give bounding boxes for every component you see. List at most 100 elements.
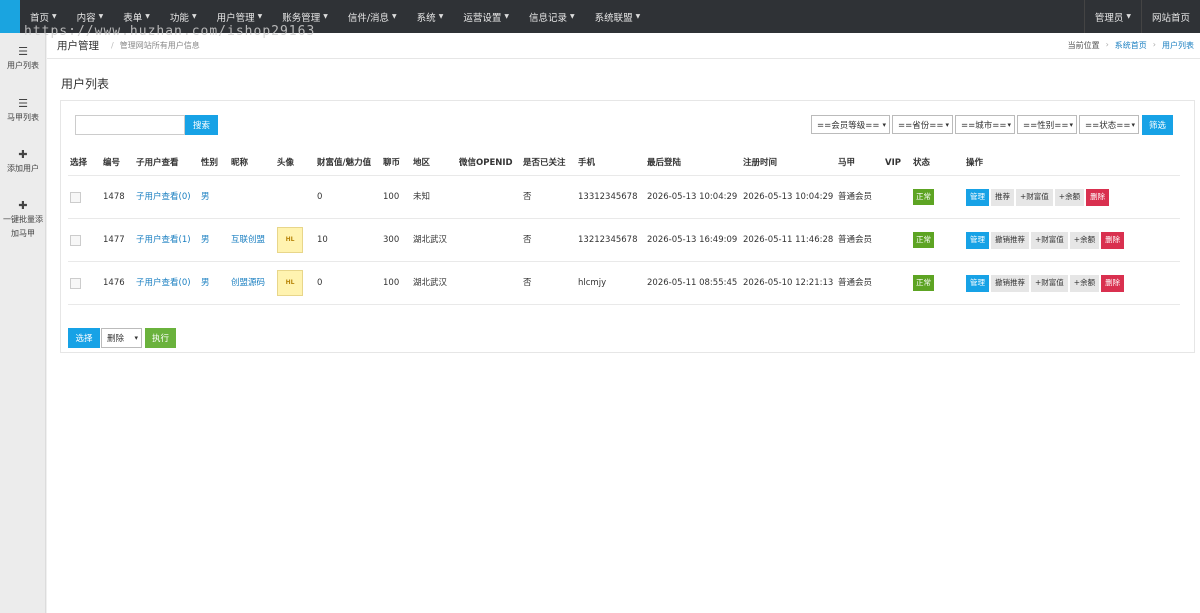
gender-link[interactable]: 男: [199, 175, 229, 219]
gender-link[interactable]: 男: [199, 218, 229, 262]
select-all-button[interactable]: 选择: [68, 328, 100, 348]
phone-value: 13312345678: [576, 175, 645, 219]
add-balance-button[interactable]: +余额: [1069, 274, 1100, 292]
reg-time-value: 2026-05-13 10:04:29: [741, 175, 836, 219]
reg-time-value: 2026-05-11 11:46:28: [741, 218, 836, 262]
nav-item-operations[interactable]: 运营设置 ▼: [453, 0, 519, 33]
brand-logo[interactable]: [0, 0, 20, 33]
gender-link[interactable]: 男: [199, 261, 229, 305]
nav-item-records[interactable]: 信息记录 ▼: [519, 0, 585, 33]
unrecommend-button[interactable]: 撤销推荐: [991, 231, 1029, 249]
avatar[interactable]: HL: [277, 227, 303, 253]
site-home-label: 网站首页: [1151, 12, 1190, 24]
sub-user-link[interactable]: 子用户查看(0): [134, 261, 199, 305]
manage-button[interactable]: 管理: [966, 231, 989, 249]
wealth-value: 0: [315, 175, 381, 219]
sub-user-link[interactable]: 子用户查看(1): [134, 218, 199, 262]
nav-item-system[interactable]: 系统 ▼: [407, 0, 454, 33]
row-select-cell: [68, 175, 101, 219]
table-header-row: 选择 编号 子用户查看 性别 昵称 头像 财富值/魅力值 聊币 地区 微信OPE…: [68, 151, 1180, 176]
search-button[interactable]: 搜索: [185, 115, 218, 135]
caret-down-icon: ▼: [98, 13, 104, 20]
add-wealth-button[interactable]: +财富值: [1031, 274, 1068, 292]
member-level-select[interactable]: ==会员等级== ▾: [811, 115, 890, 134]
filter-button[interactable]: 筛选: [1142, 115, 1173, 135]
row-select-cell: [68, 261, 101, 305]
region-value: 湖北武汉: [411, 261, 457, 305]
row-actions: 管理 撤销推荐 +财富值 +余额 删除: [966, 231, 1178, 249]
sub-user-link[interactable]: 子用户查看(0): [134, 175, 199, 219]
site-home-link[interactable]: 网站首页: [1140, 0, 1200, 33]
nav-label: 内容: [76, 12, 96, 24]
row-checkbox[interactable]: [70, 277, 81, 289]
column-header: 头像: [275, 151, 315, 176]
province-select[interactable]: ==省份== ▾: [892, 115, 953, 134]
admin-menu[interactable]: 管理员 ▼: [1083, 0, 1141, 33]
chevron-down-icon: ▾: [1069, 120, 1073, 129]
delete-button[interactable]: 删除: [1086, 188, 1110, 206]
actions-cell: 管理 推荐 +财富值 +余额 删除: [964, 175, 1180, 219]
row-checkbox[interactable]: [70, 234, 81, 246]
column-header: 微信OPENID: [457, 151, 521, 176]
followed-value: 否: [521, 175, 576, 219]
row-actions: 管理 推荐 +财富值 +余额 删除: [966, 188, 1178, 206]
execute-button[interactable]: 执行: [145, 328, 176, 348]
user-id: 1478: [101, 175, 134, 219]
chevron-down-icon: ▾: [134, 334, 138, 342]
chevron-down-icon: ▾: [945, 120, 949, 129]
user-table: 选择 编号 子用户查看 性别 昵称 头像 财富值/魅力值 聊币 地区 微信OPE…: [68, 151, 1180, 305]
search-input[interactable]: [75, 115, 185, 135]
row-checkbox[interactable]: [70, 191, 81, 203]
column-header: 聊币: [381, 151, 411, 176]
bulk-action-select[interactable]: 删除 ▾: [101, 328, 142, 348]
recommend-button[interactable]: 推荐: [991, 188, 1014, 206]
chevron-down-icon: ▾: [882, 120, 886, 129]
manage-button[interactable]: 管理: [966, 274, 989, 292]
sidebar-item-user-list[interactable]: ☰ 用户列表: [0, 45, 46, 73]
select-value: ==城市==: [961, 120, 1007, 131]
add-balance-button[interactable]: +余额: [1069, 231, 1100, 249]
nickname-link[interactable]: [229, 175, 275, 219]
gender-select[interactable]: ==性别== ▾: [1017, 115, 1077, 134]
caret-down-icon: ▼: [635, 13, 641, 20]
user-id: 1477: [101, 218, 134, 262]
vest-value: 普通会员: [836, 261, 883, 305]
followed-value: 否: [521, 261, 576, 305]
sidebar-item-vest-list[interactable]: ☰ 马甲列表: [0, 97, 46, 125]
nav-right: 管理员 ▼ 网站首页: [1083, 0, 1200, 33]
column-header: 注册时间: [741, 151, 836, 176]
nav-label: 首页: [30, 12, 50, 24]
sidebar-item-batch-add[interactable]: ✚ 一键批量添加马甲: [0, 199, 46, 241]
wealth-value: 0: [315, 261, 381, 305]
wealth-value: 10: [315, 218, 381, 262]
admin-label: 管理员: [1094, 12, 1124, 24]
nav-item-messages[interactable]: 信件/消息 ▼: [338, 0, 407, 33]
row-actions: 管理 撤销推荐 +财富值 +余额 删除: [966, 274, 1178, 292]
select-value: ==性别==: [1023, 120, 1069, 131]
unrecommend-button[interactable]: 撤销推荐: [991, 274, 1029, 292]
add-wealth-button[interactable]: +财富值: [1031, 231, 1068, 249]
breadcrumb-link-home[interactable]: 系统首页: [1115, 40, 1147, 51]
avatar[interactable]: HL: [277, 270, 303, 296]
add-balance-button[interactable]: +余额: [1054, 188, 1085, 206]
status-select[interactable]: ==状态== ▾: [1079, 115, 1139, 134]
delete-button[interactable]: 删除: [1101, 274, 1125, 292]
delete-button[interactable]: 删除: [1101, 231, 1125, 249]
breadcrumb-link-users[interactable]: 用户列表: [1162, 40, 1194, 51]
manage-button[interactable]: 管理: [966, 188, 989, 206]
vest-value: 普通会员: [836, 218, 883, 262]
section-description: 管理网站所有用户信息: [119, 41, 200, 50]
nickname-link[interactable]: 互联创盟: [229, 218, 275, 262]
column-header: 性别: [199, 151, 229, 176]
sidebar-item-add-user[interactable]: ✚ 添加用户: [0, 148, 46, 176]
status-cell: 正常: [911, 261, 964, 305]
nickname-link[interactable]: 创盟源码: [229, 261, 275, 305]
add-wealth-button[interactable]: +财富值: [1016, 188, 1053, 206]
column-header: 财富值/魅力值: [315, 151, 381, 176]
nav-item-alliance[interactable]: 系统联盟 ▼: [585, 0, 651, 33]
city-select[interactable]: ==城市== ▾: [955, 115, 1015, 134]
region-value: 湖北武汉: [411, 218, 457, 262]
user-list-panel: 搜索 ==会员等级== ▾ ==省份== ▾ ==城市== ▾ ==性别== ▾ ==状…: [60, 100, 1195, 353]
list-icon: ☰: [18, 97, 28, 110]
column-header: 马甲: [836, 151, 883, 176]
